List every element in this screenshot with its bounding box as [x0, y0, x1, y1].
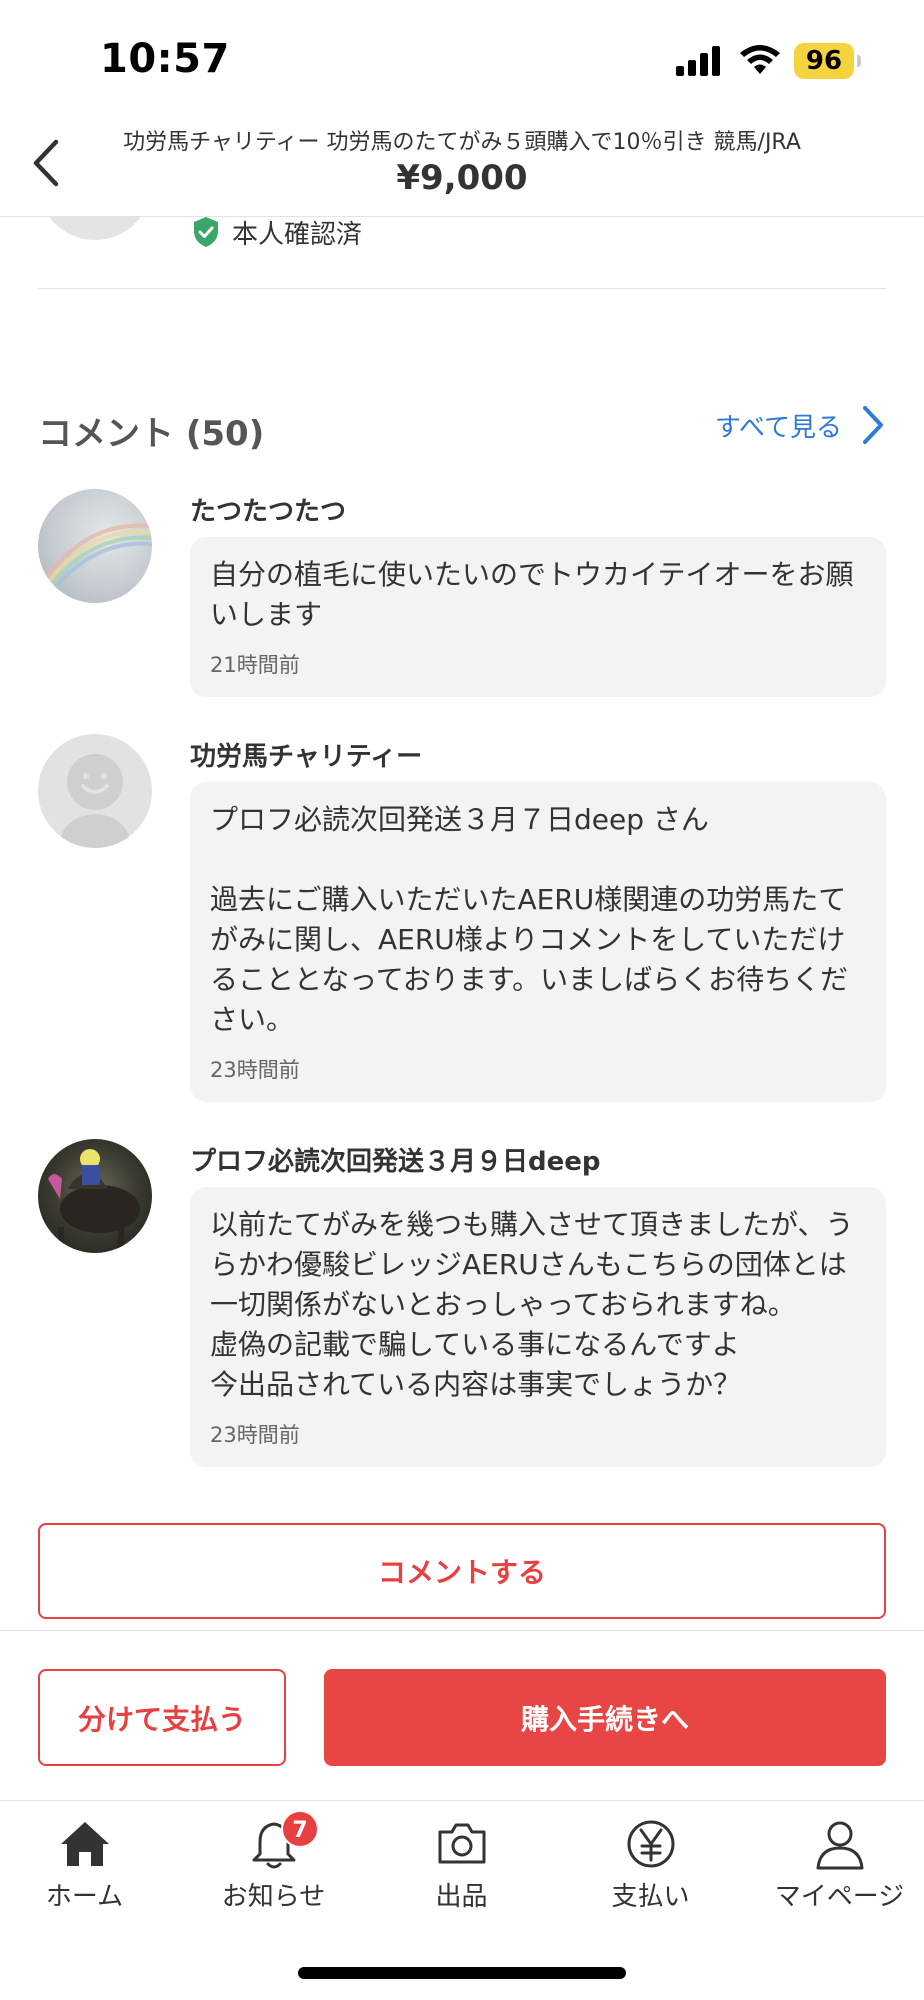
avatar[interactable] — [38, 489, 152, 603]
avatar[interactable] — [38, 1139, 152, 1253]
notification-badge: 7 — [281, 1810, 319, 1848]
item-title: 功労馬チャリティー 功労馬のたてがみ５頭購入で10％引き 競馬/JRA — [123, 130, 801, 155]
tab-label[interactable]: 出品 — [369, 1876, 554, 1913]
comment-text: 以前たてがみを幾つも購入させて頂きましたが、うらかわ優駿ビレッジAERUさんもこ… — [210, 1208, 854, 1401]
comment-text: プロフ必読次回発送３月７日deep さん 過去にご購入いただいたAERU様関連の… — [210, 803, 849, 1036]
verified-label: 本人確認済 — [232, 219, 363, 250]
comment-bubble: 自分の植毛に使いたいのでトウカイテイオーをお願いします 21時間前 — [190, 537, 886, 697]
tab-label[interactable]: マイページ — [747, 1876, 924, 1913]
yen-icon[interactable] — [623, 1816, 679, 1872]
shield-check-icon — [194, 217, 218, 247]
comment-author[interactable]: プロフ必読次回発送３月９日deep — [190, 1141, 601, 1178]
split-pay-button[interactable]: 分けて支払う — [38, 1669, 286, 1766]
comment-time: 21時間前 — [210, 653, 300, 677]
battery-tip — [857, 55, 861, 67]
comment-item: たつたつたつ 自分の植毛に使いたいのでトウカイテイオーをお願いします 21時間前 — [38, 489, 886, 699]
chevron-left-icon[interactable] — [22, 132, 72, 194]
comment-text: 自分の植毛に使いたいのでトウカイテイオーをお願いします — [210, 558, 854, 631]
divider — [38, 288, 886, 289]
status-time: 10:57 — [100, 36, 230, 82]
comment-item: 功労馬チャリティー プロフ必読次回発送３月７日deep さん 過去にご購入いただ… — [38, 734, 886, 1104]
comment-bubble: 以前たてがみを幾つも購入させて頂きましたが、うらかわ優駿ビレッジAERUさんもこ… — [190, 1187, 886, 1467]
see-all-label[interactable]: すべて見る — [715, 407, 842, 444]
comment-author[interactable]: 功労馬チャリティー — [190, 736, 422, 773]
comment-button[interactable]: コメントする — [38, 1523, 886, 1619]
item-price: ¥9,000 — [396, 158, 528, 198]
status-bar: 10:57 96 — [0, 0, 924, 110]
wifi-icon — [740, 45, 780, 74]
verified-badge: 本人確認済 — [192, 216, 363, 250]
tab-label[interactable]: お知らせ — [181, 1876, 366, 1913]
comment-time: 23時間前 — [210, 1423, 300, 1447]
chevron-right-icon[interactable] — [860, 404, 886, 446]
rainbow-photo — [38, 523, 152, 603]
item-header: 功労馬チャリティー 功労馬のたてがみ５頭購入で10％引き 競馬/JRA ¥9,0… — [0, 110, 924, 217]
battery-icon: 96 — [794, 43, 854, 79]
tab-home[interactable]: ホーム — [0, 1810, 177, 1920]
tab-sell[interactable]: 出品 — [369, 1810, 554, 1920]
signal-icon — [676, 46, 722, 76]
horse-photo — [48, 1149, 140, 1249]
home-icon[interactable] — [57, 1816, 113, 1872]
divider — [0, 1630, 924, 1631]
tab-label[interactable]: 支払い — [558, 1876, 743, 1913]
comments-heading: コメント (50) — [38, 414, 265, 454]
purchase-button[interactable]: 購入手続きへ — [324, 1669, 886, 1766]
comment-item: プロフ必読次回発送３月９日deep 以前たてがみを幾つも購入させて頂きましたが、… — [38, 1139, 886, 1469]
tab-mypage[interactable]: マイページ — [747, 1810, 924, 1920]
person-icon[interactable] — [812, 1816, 868, 1872]
comment-author[interactable]: たつたつたつ — [190, 491, 346, 528]
see-all-link[interactable]: すべて見る — [715, 404, 886, 446]
comment-time: 23時間前 — [210, 1058, 300, 1082]
camera-icon[interactable] — [434, 1816, 490, 1872]
avatar[interactable] — [38, 734, 152, 848]
tab-payment[interactable]: 支払い — [558, 1810, 743, 1920]
tab-label[interactable]: ホーム — [0, 1876, 177, 1913]
tab-notifications[interactable]: 7 お知らせ — [181, 1810, 366, 1920]
default-avatar-icon — [58, 754, 132, 848]
comment-bubble: プロフ必読次回発送３月７日deep さん 過去にご購入いただいたAERU様関連の… — [190, 782, 886, 1102]
home-indicator[interactable] — [298, 1967, 626, 1979]
divider — [0, 1800, 924, 1801]
